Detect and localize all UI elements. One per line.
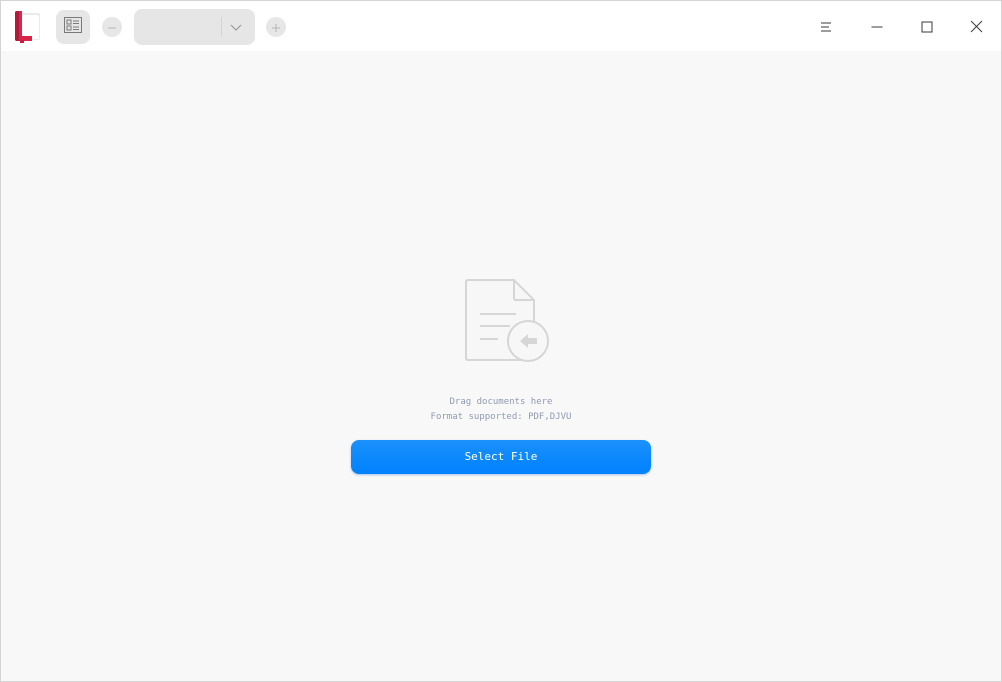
supported-formats-hint: Format supported: PDF,DJVU: [430, 412, 572, 422]
sidebar-toggle-button[interactable]: [56, 10, 90, 44]
minus-icon: [107, 18, 117, 37]
zoom-out-button[interactable]: [102, 17, 122, 37]
select-file-button[interactable]: Select File: [351, 440, 651, 474]
document-drop-area[interactable]: Drag documents here Format supported: PD…: [1, 51, 1001, 681]
maximize-button[interactable]: [911, 11, 943, 43]
zoom-level-combobox[interactable]: [134, 9, 255, 45]
titlebar: [1, 1, 1001, 51]
minimize-icon: [871, 18, 883, 37]
app-window: Drag documents here Format supported: PD…: [0, 0, 1002, 682]
app-logo-icon: [12, 10, 44, 44]
close-button[interactable]: [960, 11, 992, 43]
chevron-down-icon[interactable]: [228, 20, 244, 34]
plus-icon: [271, 18, 281, 37]
drag-documents-hint: Drag documents here: [449, 397, 553, 407]
zoom-in-button[interactable]: [266, 17, 286, 37]
close-icon: [970, 18, 983, 37]
thumbnail-sidebar-icon: [64, 17, 82, 37]
menu-icon: [820, 18, 832, 37]
minimize-button[interactable]: [861, 11, 893, 43]
main-menu-button[interactable]: [810, 11, 842, 43]
maximize-icon: [921, 18, 933, 37]
document-import-icon: [462, 278, 552, 364]
zoom-combo-divider: [221, 17, 222, 37]
